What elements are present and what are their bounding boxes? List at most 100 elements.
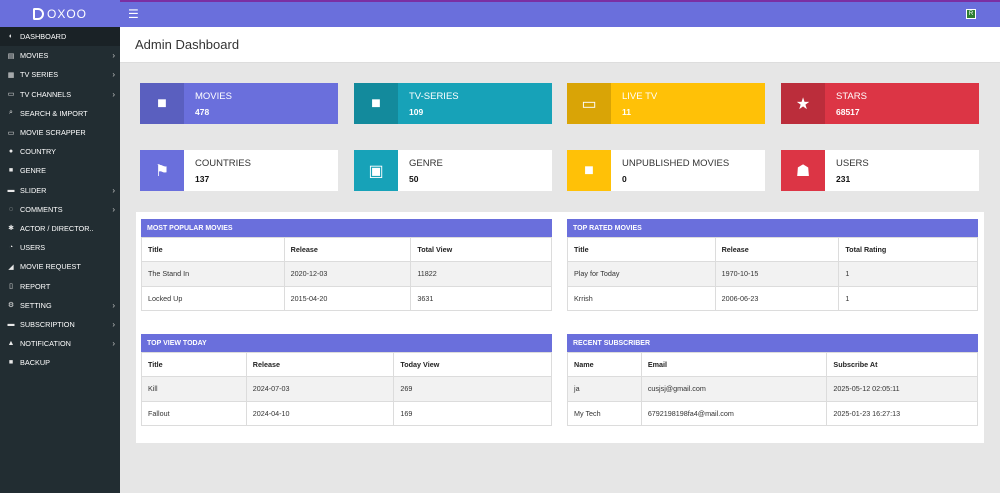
stat-info: MOVIES 478 [184, 83, 338, 124]
genre-icon: ■ [8, 167, 14, 175]
chevron-right-icon: › [112, 70, 115, 80]
column-header: Total View [410, 237, 552, 262]
table-cell: 269 [393, 376, 552, 402]
sidebar-item-label: SLIDER [20, 185, 47, 195]
table-row: Krrish 2006-06-23 1 [567, 285, 978, 311]
stat-label: COUNTRIES [195, 158, 251, 169]
column-header: Title [567, 237, 716, 262]
stat-value: 50 [409, 174, 419, 184]
sidebar-item-movie-request[interactable]: ◢ MOVIE REQUEST [0, 257, 120, 276]
stat-value: 478 [195, 107, 210, 117]
table-cell: 169 [393, 400, 552, 426]
table-header-row: Title Release Today View [141, 352, 552, 377]
chevron-right-icon: › [112, 204, 115, 214]
scrapper-icon: ▭ [7, 129, 15, 137]
brand-logo[interactable]: OXOO [0, 0, 120, 27]
monitor-icon: ▭ [567, 83, 611, 124]
menu-toggle-icon[interactable]: ☰ [128, 8, 139, 20]
users-group-icon: ☗ [781, 150, 825, 191]
flag-icon: ⚑ [140, 150, 184, 191]
table-row: Fallout 2024-04-10 169 [141, 400, 552, 426]
users-icon: ◔ [8, 244, 14, 252]
table-row: Play for Today 1970-10-15 1 [567, 261, 978, 287]
sidebar-item-label: REPORT [20, 281, 51, 291]
stat-label: LIVE TV [622, 91, 658, 102]
sidebar-item-genre[interactable]: ■ GENRE [0, 161, 120, 180]
sidebar-item-movie-scrapper[interactable]: ▭ MOVIE SCRAPPER [0, 123, 120, 142]
table-header-row: Title Release Total Rating [567, 237, 978, 262]
chevron-right-icon: › [112, 89, 115, 99]
stat-card-unpublished-movies[interactable]: ■ UNPUBLISHED MOVIES 0 [567, 150, 765, 191]
sidebar-item-label: MOVIE SCRAPPER [20, 128, 86, 138]
column-header: Title [141, 352, 247, 377]
globe-icon: ● [8, 148, 14, 156]
sidebar-item-movies[interactable]: ▤ MOVIES › [0, 46, 120, 65]
column-header: Today View [393, 352, 552, 377]
sidebar-item-tv-series[interactable]: ▦ TV SERIES › [0, 65, 120, 84]
sidebar-item-backup[interactable]: ■ BACKUP [0, 353, 120, 372]
column-header: Title [141, 237, 285, 262]
brand-name: OXOO [46, 6, 87, 21]
column-header: Name [567, 352, 642, 377]
stat-card-users[interactable]: ☗ USERS 231 [781, 150, 979, 191]
user-avatar[interactable]: R [966, 9, 976, 19]
sidebar-item-tv-channels[interactable]: ▭ TV CHANNELS › [0, 85, 120, 104]
column-header: Release [245, 352, 395, 377]
table-title: TOP RATED MOVIES [567, 219, 978, 237]
table-cell: My Tech [567, 400, 642, 426]
stat-card-stars[interactable]: ★ STARS 68517 [781, 83, 979, 124]
sidebar-item-report[interactable]: ▯ REPORT [0, 276, 120, 295]
top-view-today-table: TOP VIEW TODAY Title Release Today View Kill… [141, 334, 552, 426]
data-table: Title Release Total Rating Play for Today 19… [567, 237, 978, 311]
stat-info: COUNTRIES 137 [184, 150, 338, 191]
sidebar-item-comments[interactable]: ◌ COMMENTS › [0, 200, 120, 219]
star-icon: ★ [781, 83, 825, 124]
stat-card-movies[interactable]: ■ MOVIES 478 [140, 83, 338, 124]
tv-channels-icon: ▭ [7, 91, 15, 99]
settings-icon: ⚙ [7, 302, 15, 310]
table-cell: 3631 [410, 285, 552, 311]
sidebar-item-dashboard[interactable]: ◐ DASHBOARD [0, 27, 120, 47]
table-cell: 1970-10-15 [714, 261, 840, 287]
sidebar-item-actor-director[interactable]: ✱ ACTOR / DIRECTOR.. [0, 219, 120, 238]
table-header-row: Name Email Subscribe At [567, 352, 978, 377]
stat-info: UNPUBLISHED MOVIES 0 [611, 150, 765, 191]
stat-card-genre[interactable]: ▣ GENRE 50 [354, 150, 552, 191]
table-title: RECENT SUBSCRIBER [567, 334, 978, 352]
table-title: MOST POPULAR MOVIES [141, 219, 552, 237]
slider-icon: ▬ [7, 186, 15, 194]
topbar: ☰ R [120, 0, 1000, 27]
table-cell: ja [567, 376, 642, 402]
data-table: Name Email Subscribe At ja cusjsj@gmail.com 2… [567, 352, 978, 426]
stat-card-live-tv[interactable]: ▭ LIVE TV 11 [567, 83, 765, 124]
movies-icon: ▤ [7, 52, 15, 60]
table-cell: 6792198198fa4@mail.com [640, 400, 828, 426]
column-header: Total Rating [838, 237, 978, 262]
table-row: My Tech 6792198198fa4@mail.com 2025-01-23 … [567, 400, 978, 426]
chevron-right-icon: › [112, 185, 115, 195]
column-header: Subscribe At [826, 352, 978, 377]
sidebar-item-users[interactable]: ◔ USERS [0, 238, 120, 257]
stat-value: 231 [836, 174, 851, 184]
chevron-right-icon: › [112, 339, 115, 349]
tables-panel: MOST POPULAR MOVIES Title Release Total Vie… [136, 212, 984, 443]
stat-value: 109 [409, 107, 424, 117]
column-header: Release [714, 237, 840, 262]
video-camera-icon: ■ [140, 83, 184, 124]
sidebar-item-slider[interactable]: ▬ SLIDER › [0, 181, 120, 200]
table-header-row: Title Release Total View [141, 237, 552, 262]
sidebar-item-subscription[interactable]: ▬ SUBSCRIPTION › [0, 315, 120, 334]
sidebar-item-search-import[interactable]: ⌕ SEARCH & IMPORT [0, 104, 120, 123]
sidebar-item-label: DASHBOARD [20, 32, 67, 42]
sidebar-item-country[interactable]: ● COUNTRY [0, 142, 120, 161]
sidebar-item-notification[interactable]: ▲ NOTIFICATION › [0, 334, 120, 353]
stat-card-countries[interactable]: ⚑ COUNTRIES 137 [140, 150, 338, 191]
table-cell: 11822 [410, 261, 552, 287]
stat-card-tv-series[interactable]: ■ TV-SERIES 109 [354, 83, 552, 124]
sidebar-nav: ◐ DASHBOARD ▤ MOVIES › ▦ TV SERIES › ▭ TV CHANNEL… [0, 27, 120, 372]
stat-info: STARS 68517 [825, 83, 979, 124]
tv-series-icon: ▦ [7, 71, 15, 79]
play-logo-icon [32, 7, 44, 20]
search-icon: ⌕ [9, 109, 13, 117]
sidebar-item-setting[interactable]: ⚙ SETTING › [0, 296, 120, 315]
